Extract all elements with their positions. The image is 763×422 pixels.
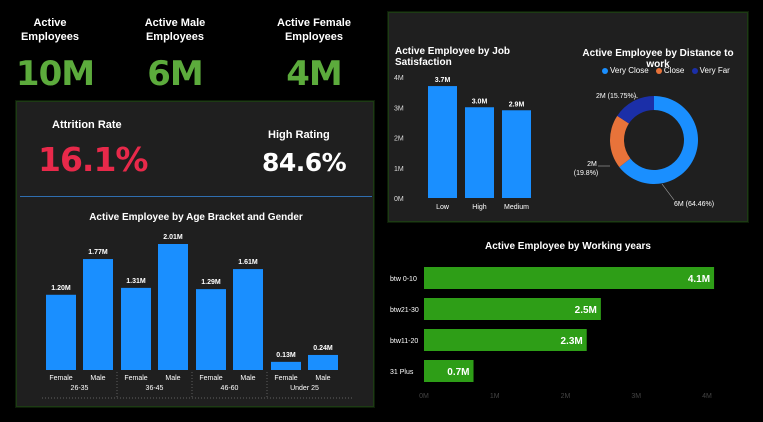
- data-label: 0.24M: [313, 345, 333, 352]
- bar: [46, 294, 76, 370]
- kpi-male-value: 6M: [147, 54, 204, 94]
- kpi-female-label: Active Female Employees: [266, 16, 362, 44]
- bar: [233, 269, 263, 370]
- data-label: 3.7M: [435, 77, 451, 84]
- attrition-rate-label: Attrition Rate: [52, 119, 122, 131]
- slice-label: 2M (15.75%): [596, 93, 636, 100]
- slice-label: (19.8%): [574, 170, 599, 177]
- x-tick-label: 1M: [490, 393, 500, 400]
- group-label: 46-60: [221, 385, 239, 392]
- y-tick-label: btw 0-10: [390, 276, 417, 283]
- legend-close-label: Close: [663, 66, 685, 75]
- divider: [20, 196, 372, 197]
- distance-legend: Very Close Close Very Far: [602, 66, 735, 76]
- bar: [271, 361, 301, 370]
- y-tick-label: 31 Plus: [390, 369, 414, 376]
- legend-very-close-label: Very Close: [610, 66, 649, 75]
- working-years-title: Active Employee by Working years: [485, 241, 651, 252]
- data-label: 2.01M: [163, 234, 183, 241]
- data-label: 1.61M: [238, 259, 258, 266]
- donut-slice: [617, 96, 654, 124]
- data-label: 1.20M: [51, 285, 71, 292]
- x-tick-label: Female: [49, 375, 72, 382]
- data-label: 2.3M: [560, 336, 582, 347]
- x-tick-label: 4M: [702, 393, 712, 400]
- data-label: 4.1M: [688, 274, 710, 285]
- high-rating-value: 84.6%: [262, 148, 347, 177]
- data-label: 3.0M: [472, 98, 488, 105]
- x-tick-label: 2M: [561, 393, 571, 400]
- distance-donut-chart: 6M (64.46%) 2M (19.8%) 2M (15.75%): [574, 93, 714, 208]
- kpi-female-label-line2: Employees: [284, 31, 344, 43]
- x-tick-label: Male: [315, 375, 330, 382]
- working-years-chart: btw 0-10 4.1M btw21-30 2.5M btw11-20 2.3M 31 P…: [390, 267, 715, 400]
- job-satisfaction-chart: 0M 1M 2M 3M 4M 3.7M Low 3.0M High 2.9M Medium: [394, 75, 531, 211]
- kpi-active-label: Active Employees: [10, 16, 90, 44]
- data-label: 0.13M: [276, 352, 296, 359]
- y-tick-label: 1M: [394, 166, 404, 173]
- legend-close: Close: [655, 66, 685, 75]
- legend-very-far: Very Far: [691, 66, 730, 75]
- x-tick-label: Female: [124, 375, 147, 382]
- bar: [196, 289, 226, 370]
- x-tick-label: High: [472, 204, 487, 211]
- data-label: 1.77M: [88, 249, 108, 256]
- y-tick-label: btw11-20: [390, 338, 418, 345]
- data-label: 1.31M: [126, 278, 146, 285]
- x-tick-label: 3M: [631, 393, 641, 400]
- label-leader: [661, 183, 675, 201]
- x-tick-label: Male: [240, 375, 255, 382]
- legend-dot-icon: [655, 67, 662, 74]
- group-label: 26-35: [71, 385, 89, 392]
- age-bracket-chart: 1.20M Female 1.77M Male 1.31M Female 2.01M Male…: [42, 234, 354, 399]
- data-label: 2.9M: [509, 101, 525, 108]
- x-tick-label: Low: [436, 204, 450, 211]
- x-tick-label: Female: [274, 375, 297, 382]
- bar: [83, 259, 113, 370]
- y-tick-label: 3M: [394, 105, 404, 112]
- group-label: 36-45: [146, 385, 164, 392]
- x-tick-label: 0M: [419, 393, 429, 400]
- legend-dot-icon: [691, 67, 698, 74]
- kpi-male-label: Active Male Employees: [130, 16, 220, 44]
- data-label: 1.29M: [201, 279, 221, 286]
- bar: [465, 107, 494, 198]
- donut-slice: [610, 115, 631, 168]
- x-tick-label: Male: [90, 375, 105, 382]
- bar: [158, 244, 188, 370]
- x-tick-label: Female: [199, 375, 222, 382]
- bar: [121, 287, 151, 370]
- high-rating-label: High Rating: [268, 129, 330, 141]
- kpi-active-label-line2: Employees: [20, 31, 80, 43]
- attrition-rate-value: 16.1%: [38, 140, 148, 179]
- bar: [424, 267, 715, 289]
- data-label: 0.7M: [447, 367, 469, 378]
- legend-very-far-label: Very Far: [699, 66, 730, 75]
- y-tick-label: 4M: [394, 75, 404, 82]
- legend-dot-icon: [602, 67, 608, 74]
- slice-label: 2M: [587, 161, 597, 168]
- y-tick-label: 2M: [394, 136, 404, 143]
- bar: [428, 86, 457, 198]
- x-tick-label: Male: [165, 375, 180, 382]
- kpi-active-label-line1: Active: [33, 17, 67, 29]
- kpi-male-label-line2: Employees: [145, 31, 205, 43]
- kpi-female-label-line1: Active Female: [277, 17, 351, 29]
- bar: [502, 110, 531, 198]
- age-chart-title: Active Employee by Age Bracket and Gende…: [89, 212, 303, 223]
- kpi-active-value: 10M: [15, 54, 95, 94]
- legend-very-close: Very Close: [602, 66, 649, 75]
- data-label: 2.5M: [575, 305, 597, 316]
- kpi-female-value: 4M: [286, 54, 343, 94]
- group-label: Under 25: [290, 385, 319, 392]
- kpi-male-label-line1: Active Male: [144, 17, 206, 29]
- slice-label: 6M (64.46%): [674, 201, 714, 208]
- bar: [308, 354, 338, 370]
- job-satisfaction-title: Active Employee by Job Satisfaction: [395, 46, 511, 68]
- y-tick-label: 0M: [394, 196, 404, 203]
- y-tick-label: btw21-30: [390, 307, 419, 314]
- x-tick-label: Medium: [504, 204, 529, 211]
